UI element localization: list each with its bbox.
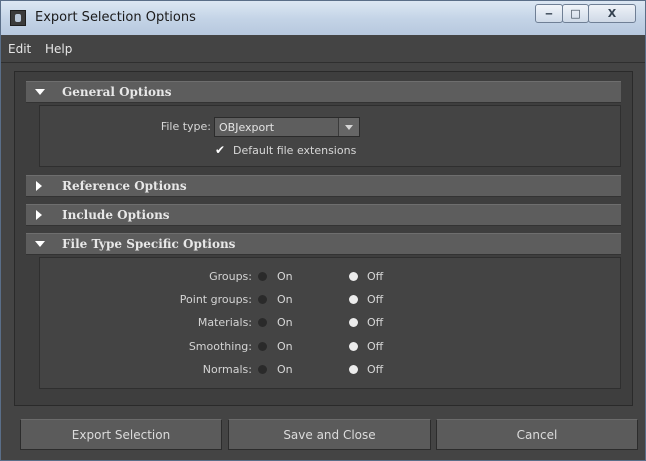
window-title: Export Selection Options xyxy=(35,10,196,25)
file-type-dropdown[interactable]: OBJexport xyxy=(214,117,360,137)
materials-off-label: Off xyxy=(367,316,384,329)
maximize-button[interactable]: □ xyxy=(562,4,589,23)
section-title: Reference Options xyxy=(62,179,187,193)
smoothing-label: Smoothing: xyxy=(188,340,252,353)
groups-label: Groups: xyxy=(209,270,252,283)
close-button[interactable]: X xyxy=(588,4,636,23)
title-bar[interactable]: Export Selection Options ‒ □ X xyxy=(1,1,645,35)
app-icon xyxy=(10,10,26,26)
materials-on-radio[interactable] xyxy=(258,318,267,327)
groups-off-label: Off xyxy=(367,270,384,283)
smoothing-off-radio[interactable] xyxy=(349,342,358,351)
section-title: File Type Specific Options xyxy=(62,237,236,251)
groups-on-label: On xyxy=(277,270,293,283)
menu-bar: Edit Help xyxy=(1,35,645,63)
collapse-arrow-icon xyxy=(35,89,45,95)
cancel-button[interactable]: Cancel xyxy=(436,419,638,450)
normals-label: Normals: xyxy=(202,363,252,376)
expand-arrow-icon xyxy=(36,181,42,191)
materials-off-radio[interactable] xyxy=(349,318,358,327)
smoothing-on-label: On xyxy=(277,340,293,353)
section-include-options[interactable]: Include Options xyxy=(26,204,621,226)
point-groups-off-radio[interactable] xyxy=(349,295,358,304)
materials-on-label: On xyxy=(277,316,293,329)
section-title: Include Options xyxy=(62,208,170,222)
point-groups-label: Point groups: xyxy=(179,293,252,306)
save-and-close-button[interactable]: Save and Close xyxy=(228,419,431,450)
export-selection-button[interactable]: Export Selection xyxy=(20,419,222,450)
menu-edit[interactable]: Edit xyxy=(8,42,31,56)
export-selection-options-window: Export Selection Options ‒ □ X Edit Help… xyxy=(0,0,646,461)
materials-label: Materials: xyxy=(197,316,252,329)
section-reference-options[interactable]: Reference Options xyxy=(26,175,621,197)
normals-on-radio[interactable] xyxy=(258,365,267,374)
file-type-options-body xyxy=(39,257,621,389)
file-type-label: File type: xyxy=(160,120,211,133)
chevron-down-icon xyxy=(338,118,359,136)
default-extensions-checkbox[interactable]: ✔ xyxy=(215,143,225,157)
point-groups-on-label: On xyxy=(277,293,293,306)
close-icon: X xyxy=(607,7,617,20)
maximize-icon: □ xyxy=(570,7,581,20)
groups-on-radio[interactable] xyxy=(258,272,267,281)
point-groups-off-label: Off xyxy=(367,293,384,306)
normals-off-radio[interactable] xyxy=(349,365,358,374)
menu-help[interactable]: Help xyxy=(45,42,72,56)
default-extensions-label: Default file extensions xyxy=(233,144,357,157)
section-file-type-specific-options[interactable]: File Type Specific Options xyxy=(26,233,621,255)
minimize-icon: ‒ xyxy=(545,7,553,20)
collapse-arrow-icon xyxy=(35,241,45,247)
smoothing-on-radio[interactable] xyxy=(258,342,267,351)
minimize-button[interactable]: ‒ xyxy=(535,4,563,23)
section-general-options[interactable]: General Options xyxy=(26,81,621,103)
groups-off-radio[interactable] xyxy=(349,272,358,281)
section-title: General Options xyxy=(62,85,172,99)
smoothing-off-label: Off xyxy=(367,340,384,353)
file-type-value: OBJexport xyxy=(219,121,275,134)
expand-arrow-icon xyxy=(36,210,42,220)
point-groups-on-radio[interactable] xyxy=(258,295,267,304)
normals-off-label: Off xyxy=(367,363,384,376)
normals-on-label: On xyxy=(277,363,293,376)
